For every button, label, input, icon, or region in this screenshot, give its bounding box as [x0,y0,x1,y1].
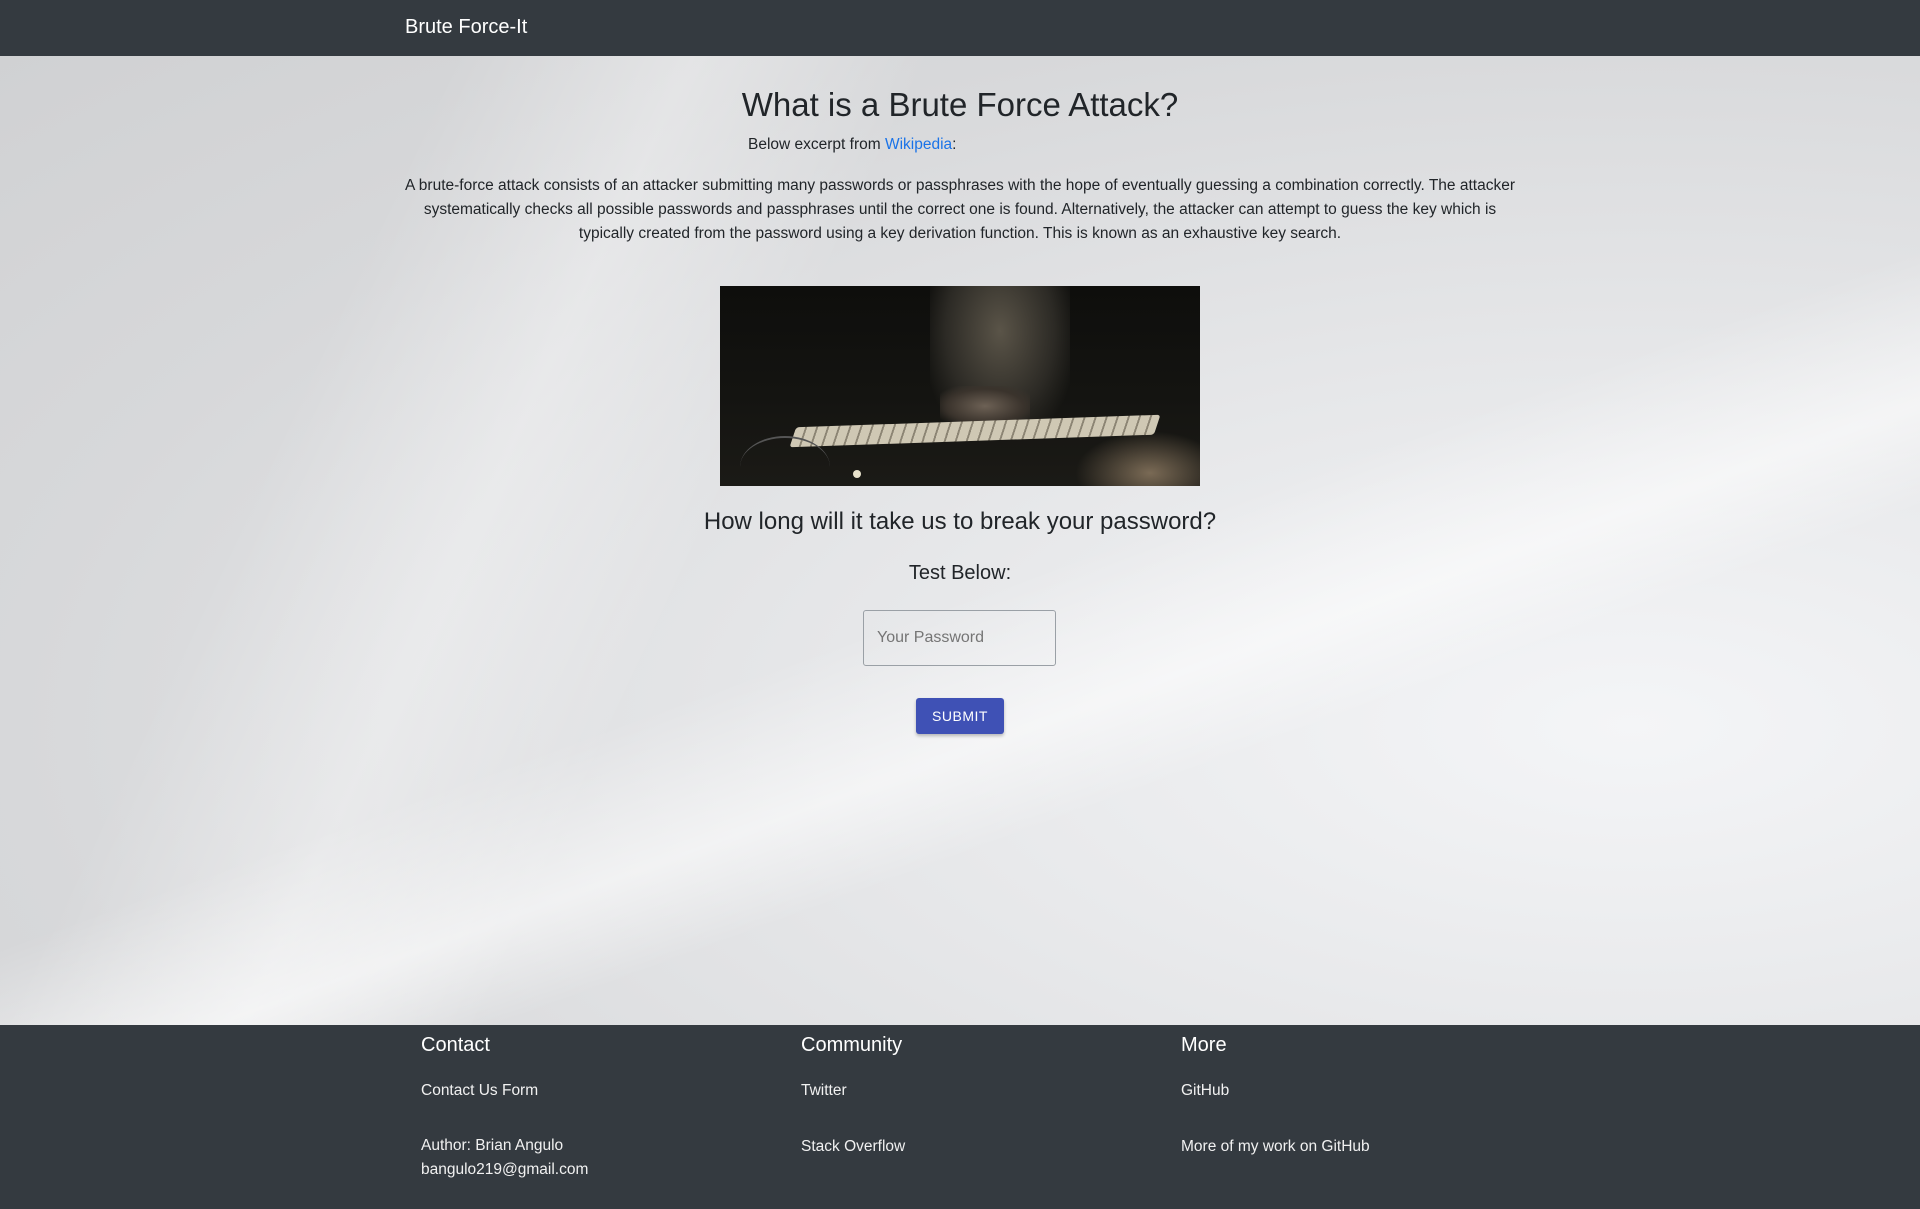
hacker-keyboard-image [720,286,1200,486]
twitter-link[interactable]: Twitter [801,1082,847,1100]
footer: Contact Contact Us Form Author: Brian An… [0,1025,1920,1209]
navbar: Brute Force-It [0,0,1920,56]
excerpt-line: Below excerpt from Wikipedia: [748,136,956,154]
author-info: Author: Brian Angulo bangulo219@gmail.co… [421,1134,588,1182]
more-work-github-link[interactable]: More of my work on GitHub [1181,1138,1370,1156]
image-glow-shape [1075,431,1200,486]
image-light-dot [853,470,861,478]
excerpt-prefix: Below excerpt from [748,136,885,153]
page-title: What is a Brute Force Attack? [741,86,1179,123]
brand-link[interactable]: Brute Force-It [405,16,527,39]
contact-us-form-link[interactable]: Contact Us Form [421,1082,538,1100]
wikipedia-link[interactable]: Wikipedia [885,136,952,153]
test-below-heading: Test Below: [908,562,1012,584]
excerpt-suffix: : [952,136,957,153]
author-email: bangulo219@gmail.com [421,1161,589,1178]
author-name: Author: Brian Angulo [421,1137,564,1154]
password-input[interactable] [863,610,1056,666]
password-question-heading: How long will it take us to break your p… [703,508,1217,535]
footer-more-heading: More [1181,1034,1227,1056]
footer-contact-heading: Contact [421,1034,490,1056]
github-link[interactable]: GitHub [1181,1082,1229,1100]
submit-button[interactable]: SUBMIT [916,698,1004,734]
brute-force-description: A brute-force attack consists of an atta… [405,177,1515,242]
footer-community-heading: Community [801,1034,903,1056]
stack-overflow-link[interactable]: Stack Overflow [801,1138,905,1156]
